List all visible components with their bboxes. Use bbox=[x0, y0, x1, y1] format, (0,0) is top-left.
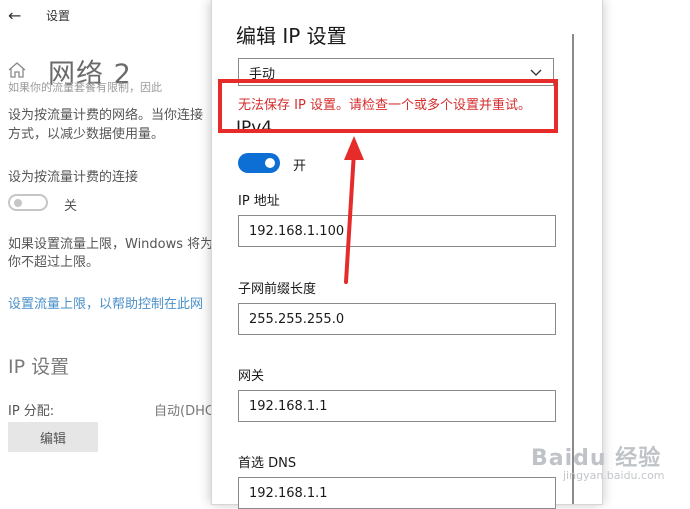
ipv4-toggle-state: 开 bbox=[293, 159, 307, 174]
watermark: Baidu 经验 jingyan.baidu.com bbox=[531, 440, 665, 482]
metered-connection-label: 设为按流量计费的连接 bbox=[8, 170, 139, 185]
preferred-dns-input[interactable] bbox=[238, 477, 556, 509]
watermark-brand: Baidu 经验 bbox=[531, 446, 662, 471]
back-arrow-icon[interactable]: ← bbox=[8, 6, 21, 25]
metered-connection-toggle[interactable] bbox=[8, 194, 48, 211]
gateway-input[interactable] bbox=[238, 390, 556, 422]
ip-address-label: IP 地址 bbox=[238, 194, 280, 209]
ipv4-toggle[interactable] bbox=[238, 153, 280, 173]
subnet-prefix-label: 子网前缀长度 bbox=[238, 282, 317, 297]
ip-address-input[interactable] bbox=[238, 215, 556, 247]
subnet-prefix-input[interactable] bbox=[238, 303, 556, 335]
edit-ip-button[interactable]: 编辑 bbox=[8, 422, 98, 452]
dialog-scrollbar[interactable] bbox=[572, 34, 574, 504]
ip-assignment-label: IP 分配: bbox=[8, 404, 55, 419]
data-limit-description: 如果设置流量上限，Windows 将为 bbox=[8, 237, 214, 252]
preferred-dns-label: 首选 DNS bbox=[238, 456, 297, 471]
gateway-label: 网关 bbox=[238, 369, 265, 384]
app-title: 设置 bbox=[46, 9, 71, 23]
dialog-title: 编辑 IP 设置 bbox=[236, 24, 347, 48]
set-data-limit-link[interactable]: 设置流量上限，以帮助控制在此网 bbox=[8, 293, 203, 312]
error-highlight-box bbox=[218, 79, 558, 133]
description-line: 设为按流量计费的网络。当你连接 bbox=[8, 108, 204, 123]
metered-toggle-state: 关 bbox=[64, 199, 78, 214]
data-limit-description: 你不超过上限。 bbox=[8, 255, 100, 270]
edit-ip-dialog: 编辑 IP 设置 手动 无法保存 IP 设置。请检查一个或多个设置并重试。 IP… bbox=[212, 0, 602, 509]
ip-assignment-value: 自动(DHC bbox=[154, 404, 214, 419]
watermark-url: jingyan.baidu.com bbox=[563, 469, 665, 482]
description-line: 方式，以减少数据使用量。 bbox=[8, 127, 165, 142]
ip-settings-heading: IP 设置 bbox=[8, 356, 70, 378]
arrow-annotation bbox=[344, 136, 364, 284]
description-line: 如果你的流量套餐有限制，因此 bbox=[8, 81, 162, 94]
